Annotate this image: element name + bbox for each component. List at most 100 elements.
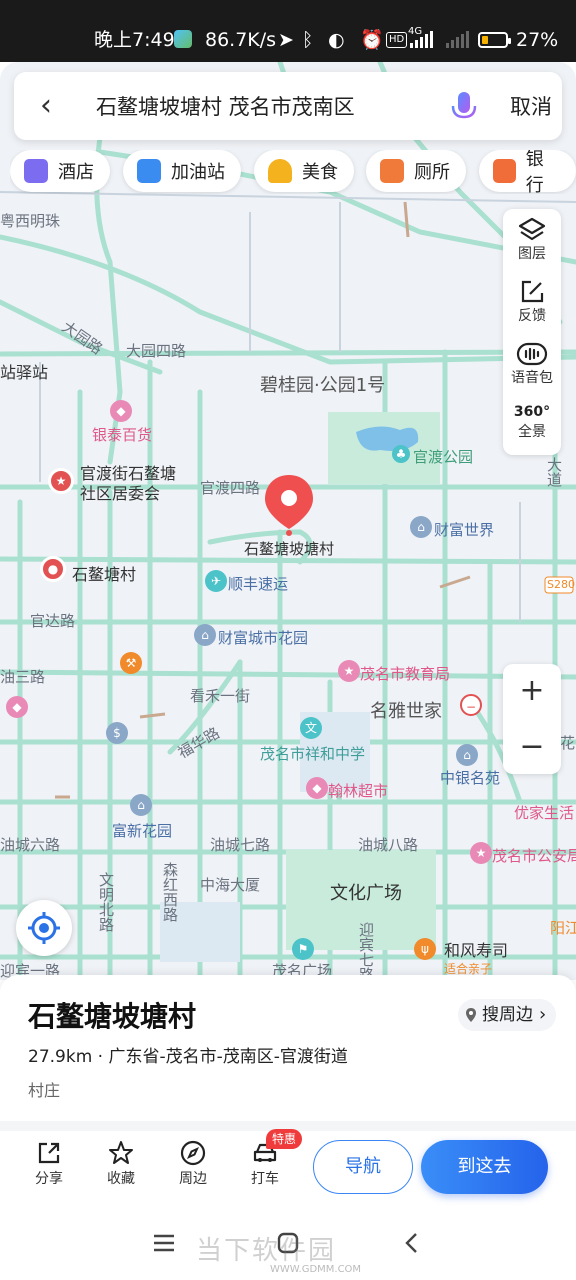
layers-label: 图层 bbox=[518, 246, 546, 262]
menu-icon[interactable] bbox=[152, 1232, 176, 1254]
restaurant-icon: ψ bbox=[414, 938, 436, 960]
label-caifu-garden: 财富城市花园 bbox=[218, 629, 309, 647]
place-name: 石鳌塘坡塘村 bbox=[28, 1000, 197, 1033]
app-notification-icon bbox=[174, 30, 192, 48]
chip-label: 酒店 bbox=[58, 162, 94, 183]
hotel-icon bbox=[24, 159, 48, 183]
label-zhonghai: 中海大厦 bbox=[200, 876, 261, 894]
layers-icon bbox=[518, 217, 546, 241]
feedback-button[interactable]: 反馈 bbox=[503, 279, 561, 325]
label-hai: 花 bbox=[560, 734, 576, 752]
status-net-rate: 86.7K/s bbox=[205, 29, 277, 51]
zoom-in-button[interactable]: + bbox=[503, 664, 561, 718]
back-arrow-icon[interactable]: ‹ bbox=[40, 90, 52, 122]
label-shiaotang: 石鳌塘村 bbox=[72, 565, 137, 584]
school-icon: 文 bbox=[300, 717, 322, 739]
label-youcheng-8: 油城八路 bbox=[358, 836, 419, 854]
location-arrow-icon: ➤ bbox=[278, 29, 294, 51]
supermarket-icon: ◆ bbox=[306, 777, 328, 799]
search-nearby-button[interactable]: 搜周边 › bbox=[458, 999, 557, 1031]
favorite-label: 收藏 bbox=[107, 1171, 135, 1187]
favorite-button[interactable]: 收藏 bbox=[96, 1140, 146, 1188]
search-nearby-label: 搜周边 bbox=[482, 1005, 533, 1025]
bank-residence-icon: ⌂ bbox=[456, 744, 478, 766]
microphone-icon[interactable] bbox=[451, 91, 477, 125]
crosshair-icon bbox=[28, 912, 60, 944]
edit-icon bbox=[521, 280, 544, 303]
label-road-three: 油三路 bbox=[0, 668, 46, 686]
navigate-button[interactable]: 导航 bbox=[313, 1140, 413, 1194]
pin-label: 石鳌塘坡塘村 bbox=[244, 540, 335, 558]
label-fuxin-garden: 富新花园 bbox=[112, 822, 173, 840]
atm-icon: $ bbox=[106, 722, 128, 744]
label-highway: S280 bbox=[547, 578, 575, 591]
battery-text: 27% bbox=[516, 29, 559, 51]
star-icon bbox=[109, 1141, 133, 1164]
label-zhongyin: 中银名苑 bbox=[440, 769, 501, 787]
location-pin-icon bbox=[466, 1008, 476, 1022]
toilet-icon bbox=[380, 159, 404, 183]
feedback-label: 反馈 bbox=[518, 308, 546, 324]
chip-food[interactable]: 美食 bbox=[254, 150, 354, 192]
selected-location-pin-icon[interactable] bbox=[263, 473, 315, 539]
panorama-360-icon: 360° bbox=[513, 404, 551, 420]
label-yangjiang: 阳江 bbox=[550, 919, 576, 937]
zoom-controls: + − bbox=[503, 664, 561, 774]
label-youcheng-7: 油城七路 bbox=[210, 836, 271, 854]
cancel-button[interactable]: 取消 bbox=[510, 92, 552, 122]
chip-hotel[interactable]: 酒店 bbox=[10, 150, 110, 192]
go-here-button[interactable]: 到这去 bbox=[421, 1140, 548, 1194]
chip-gas-station[interactable]: 加油站 bbox=[123, 150, 241, 192]
label-shunfeng: 顺丰速运 bbox=[228, 575, 289, 593]
chip-label: 银行 bbox=[525, 150, 544, 194]
label-dayuan-4: 大园四路 bbox=[126, 342, 187, 360]
category-chips: 酒店 加油站 美食 厕所 银行 bbox=[10, 150, 576, 194]
village-icon: ● bbox=[40, 556, 66, 582]
label-yintai: 银泰百货 bbox=[92, 426, 153, 444]
label-culture-square: 文化广场 bbox=[330, 883, 402, 904]
share-button[interactable]: 分享 bbox=[24, 1140, 74, 1188]
nearby-button[interactable]: 周边 bbox=[168, 1140, 218, 1188]
label-hanlin: 翰林超市 bbox=[328, 782, 389, 800]
plaza-icon: ⚑ bbox=[292, 938, 314, 960]
map-toolbar: 图层 反馈 语音包 360° 全景 bbox=[503, 209, 561, 455]
panorama-button[interactable]: 360° 全景 bbox=[503, 403, 561, 441]
search-query[interactable]: 石鳌塘坡塘村 茂名市茂南区 bbox=[96, 92, 355, 122]
label-yuexi-mingzhu: 粤西明珠 bbox=[0, 212, 61, 230]
voice-pack-button[interactable]: 语音包 bbox=[503, 341, 561, 387]
hd-icon: HD bbox=[386, 32, 408, 48]
map-view[interactable]: 粤西明珠 大园路 大园四路 站驿站 碧桂园·公园1号 ◆ 银泰百货 ♣ 官渡公园… bbox=[0, 62, 576, 980]
label-kanhe: 看禾一街 bbox=[190, 687, 251, 705]
chip-bank[interactable]: 银行 bbox=[479, 150, 576, 194]
label-senhong: 森红西路 bbox=[161, 862, 179, 922]
chip-toilet[interactable]: 厕所 bbox=[366, 150, 466, 192]
label-xianghe-school: 茂名市祥和中学 bbox=[260, 745, 366, 763]
label-biguiyuan: 碧桂园·公园1号 bbox=[260, 375, 386, 396]
bank-icon bbox=[493, 159, 516, 183]
label-guanda-road: 官达路 bbox=[30, 612, 76, 630]
voice-pack-icon bbox=[516, 342, 548, 366]
zoom-out-button[interactable]: − bbox=[503, 720, 561, 774]
signal-icon bbox=[410, 30, 433, 48]
layers-button[interactable]: 图层 bbox=[503, 217, 561, 263]
search-bar[interactable]: ‹ 石鳌塘坡塘村 茂名市茂南区 取消 bbox=[14, 72, 562, 140]
construction-icon: ⚒ bbox=[120, 652, 142, 674]
label-wenming: 文明北路 bbox=[97, 872, 115, 932]
voice-pack-label: 语音包 bbox=[511, 370, 553, 386]
taxi-promo-badge: 特惠 bbox=[266, 1129, 303, 1149]
garden-2-icon: ⌂ bbox=[130, 794, 152, 816]
chip-label: 加油站 bbox=[171, 162, 225, 183]
label-police: 茂名市公安局 bbox=[492, 847, 576, 865]
label-guandu-park: 官渡公园 bbox=[413, 448, 474, 466]
label-edu-bureau: 茂名市教育局 bbox=[360, 665, 451, 683]
taxi-label: 打车 bbox=[251, 1171, 279, 1187]
label-caifu-shijie: 财富世界 bbox=[434, 521, 495, 539]
share-icon bbox=[38, 1142, 60, 1164]
back-icon[interactable] bbox=[402, 1232, 422, 1254]
place-category: 村庄 bbox=[28, 1081, 61, 1100]
alarm-icon: ⏰ bbox=[360, 29, 384, 51]
label-youjia: 优家生活 bbox=[514, 804, 575, 822]
locate-me-button[interactable] bbox=[16, 900, 72, 956]
label-mingya: 名雅世家 bbox=[370, 701, 442, 722]
chip-label: 厕所 bbox=[414, 162, 450, 183]
